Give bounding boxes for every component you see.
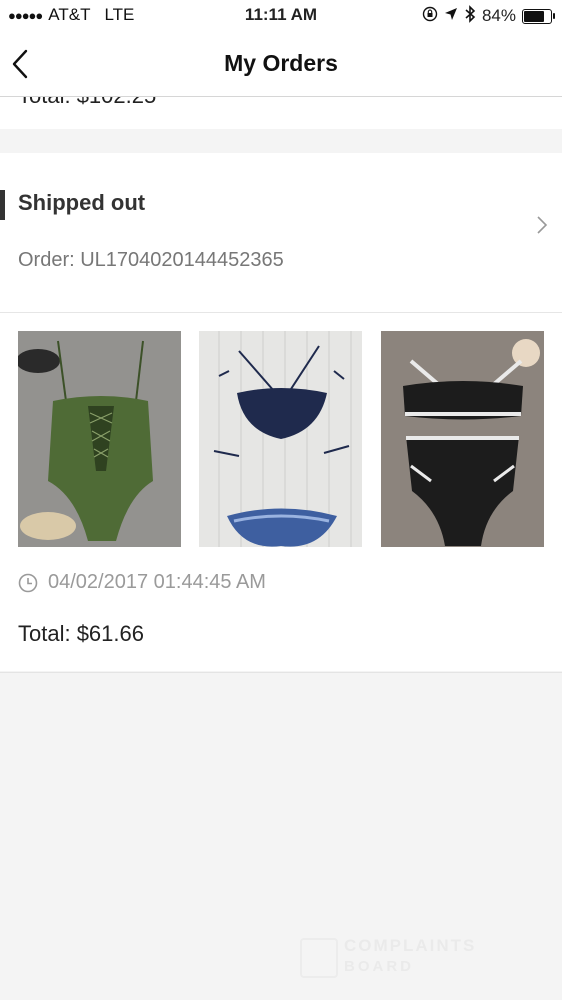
chevron-right-icon[interactable] xyxy=(536,215,548,235)
order-card[interactable]: Shipped out Order: UL1704020144452365 04… xyxy=(0,153,562,671)
navy-bikini-thumbnail[interactable] xyxy=(199,331,362,547)
order-date: 04/02/2017 01:44:45 AM xyxy=(48,571,266,593)
battery-icon xyxy=(522,8,555,24)
order-date-row: 04/02/2017 01:44:45 AM xyxy=(18,571,266,594)
navigation-bar: My Orders xyxy=(0,32,562,97)
watermark-box xyxy=(300,938,338,978)
watermark-line2: BOARD xyxy=(344,958,414,975)
card-bottom-divider xyxy=(0,672,562,673)
black-striped-bikini-thumbnail[interactable] xyxy=(381,331,544,547)
page-title: My Orders xyxy=(224,50,338,76)
battery-percent: 84% xyxy=(481,6,516,25)
rotation-lock-icon xyxy=(422,6,438,26)
watermark-line1: COMPLAINTS xyxy=(344,936,477,955)
order-total: Total: $61.66 xyxy=(18,621,144,646)
bluetooth-icon xyxy=(464,5,476,27)
watermark-logo: COMPLAINTS BOARD xyxy=(300,932,520,982)
previous-order-total: Total: $102.25 xyxy=(18,97,156,109)
green-swimsuit-thumbnail[interactable] xyxy=(18,331,181,547)
status-bar: ●●●●● AT&T LTE 11:11 AM 84% xyxy=(0,0,562,32)
divider xyxy=(0,312,562,313)
order-number: Order: UL1704020144452365 xyxy=(18,249,284,271)
status-right: 84% xyxy=(422,5,555,27)
previous-order-card[interactable]: Total: $102.25 xyxy=(0,97,562,129)
clock-icon xyxy=(18,573,38,592)
battery-level xyxy=(524,10,544,22)
order-status: Shipped out xyxy=(18,190,146,215)
location-arrow-icon xyxy=(444,7,458,25)
status-accent-bar xyxy=(0,190,5,220)
